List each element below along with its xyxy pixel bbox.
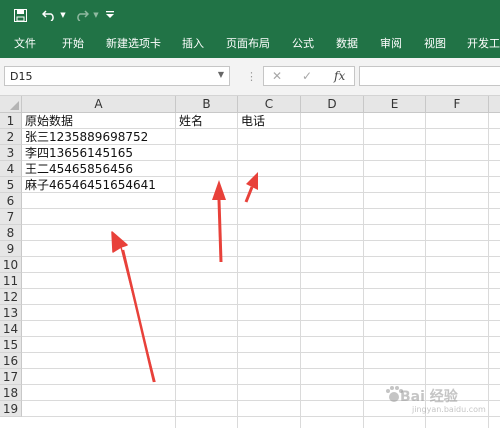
annotation-arrow-a (111, 231, 156, 383)
annotation-arrow-c (244, 172, 258, 203)
watermark-url: jingyan.baidu.com (412, 405, 486, 414)
annotation-arrow-b (212, 180, 226, 263)
watermark: Bai 经验 jingyan.baidu.com (380, 372, 500, 422)
annotation-arrows (111, 172, 258, 383)
watermark-text: Bai 经验 (400, 389, 458, 405)
